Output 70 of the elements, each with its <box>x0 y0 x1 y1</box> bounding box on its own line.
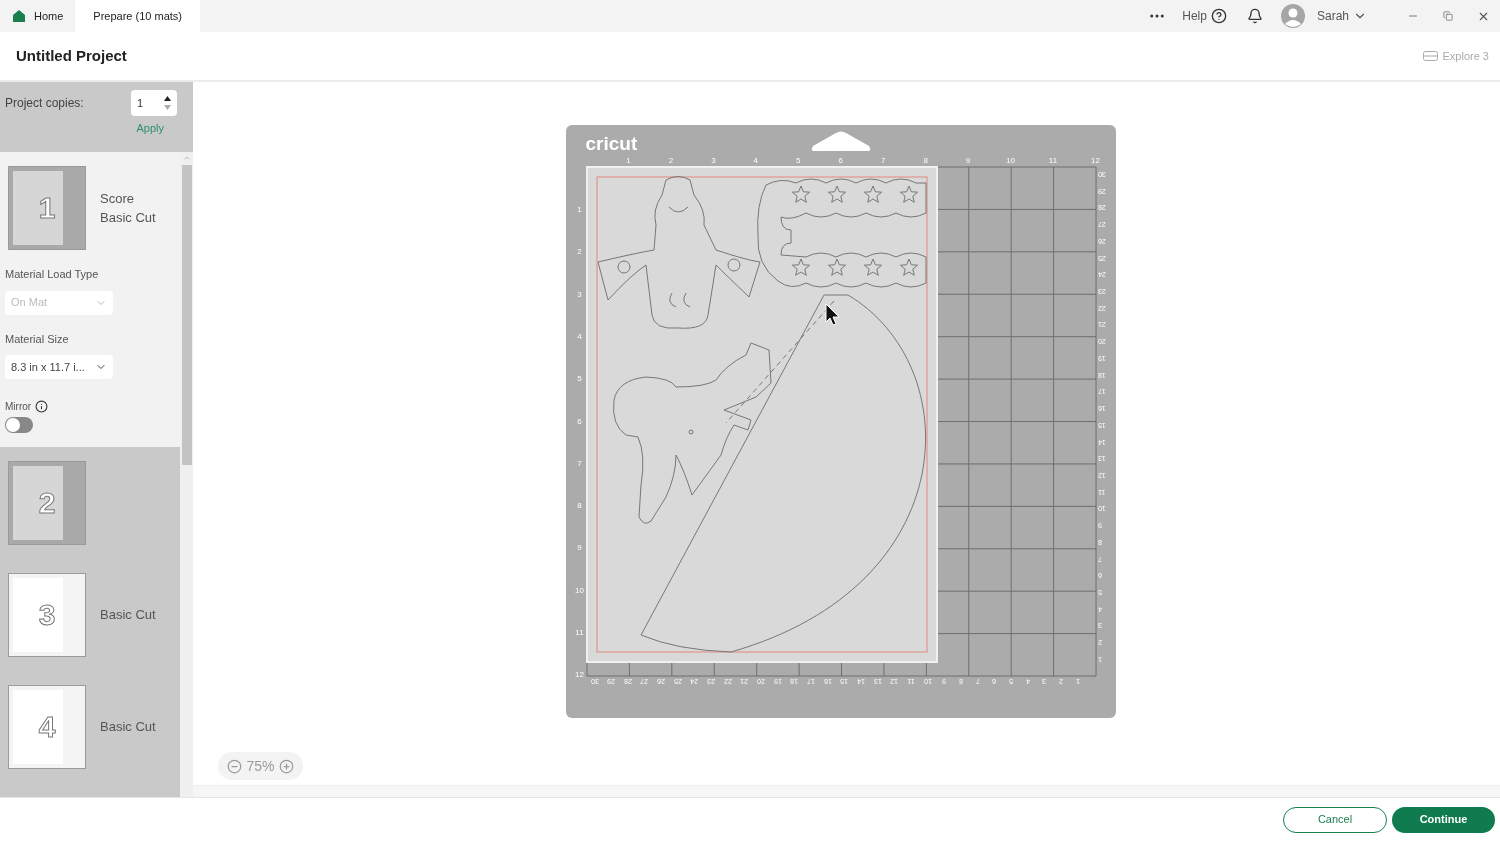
ruler-label: 1 <box>577 206 582 214</box>
ruler-label: 3 <box>577 290 582 299</box>
ruler-label: 6 <box>838 157 843 165</box>
continue-button[interactable]: Continue <box>1392 806 1495 833</box>
ruler-label: 5 <box>577 375 582 384</box>
mat-thumbnail[interactable]: 3 <box>8 573 86 657</box>
machine-name: Explore 3 <box>1442 48 1489 64</box>
mat-logo: cricut <box>585 134 638 153</box>
copies-label: Project copies: <box>5 95 84 112</box>
cancel-button[interactable]: Cancel <box>1283 806 1387 833</box>
ruler-label: 7 <box>577 459 582 468</box>
ruler-label: 4 <box>577 332 582 341</box>
ruler-label: 9 <box>965 157 971 165</box>
zoom-level: 75% <box>246 756 275 776</box>
house-icon <box>12 9 26 23</box>
ruler-label: 3 <box>711 157 716 165</box>
mat-thumbnail[interactable]: 4 <box>8 685 86 769</box>
ruler-label: 4 <box>753 157 759 165</box>
tab[interactable]: Prepare (10 mats) <box>75 0 200 32</box>
stepper-icon[interactable] <box>164 96 171 110</box>
mat-hanger-notch <box>809 130 872 152</box>
project-title: Untitled Project <box>16 45 127 66</box>
zoom-in-icon[interactable] <box>278 758 294 774</box>
help-link[interactable]: Help <box>1182 7 1207 25</box>
ruler-label: 8 <box>577 502 582 511</box>
info-icon[interactable] <box>35 400 49 413</box>
mat-thumbnail[interactable]: 1 <box>8 166 86 250</box>
operation-label: Basic Cut <box>100 718 156 737</box>
ruler-label: 1 <box>626 157 631 165</box>
operation-label: Basic Cut <box>100 606 156 625</box>
ruler-label: 7 <box>880 157 886 165</box>
mat-number: 2 <box>38 488 56 518</box>
mouse-cursor-icon <box>824 303 841 327</box>
mirror-label: Mirror <box>5 400 32 414</box>
notification-icon[interactable] <box>1246 8 1263 24</box>
operation-label: Basic Cut <box>100 209 156 227</box>
ruler-label: 11 <box>575 629 584 637</box>
ruler-label: 6 <box>577 417 582 426</box>
restore-icon[interactable] <box>1443 11 1453 21</box>
copies-field[interactable]: 1 <box>131 90 177 116</box>
ruler-label: 5 <box>796 157 801 165</box>
mirror-toggle[interactable] <box>5 417 33 433</box>
mat-panel[interactable]: 1 Score Basic Cut Material Load Type On Mat Material Size 8.3 in x 11.7 i... Mirror <box>0 152 180 447</box>
ruler-label: 8 <box>923 157 928 165</box>
ruler-label: 10 <box>575 586 584 595</box>
scroll-up-icon[interactable] <box>182 154 191 162</box>
mat-number: 3 <box>38 600 56 630</box>
ruler-label: 12 <box>575 671 584 680</box>
tab[interactable]: Home <box>0 0 76 32</box>
zoom-out-icon[interactable] <box>227 758 243 774</box>
mat-thumbnail[interactable]: 2 <box>8 461 86 545</box>
ruler-label: 2 <box>577 248 582 257</box>
ruler-label: 10 <box>1006 157 1015 165</box>
ruler-label: 12 <box>1091 157 1100 165</box>
mat-number: 4 <box>38 712 56 742</box>
ruler-label: 2 <box>668 157 674 165</box>
avatar-icon[interactable] <box>1280 4 1305 28</box>
apply-link[interactable]: Apply <box>136 120 164 137</box>
help-icon[interactable] <box>1210 8 1227 24</box>
field-label: Material Load Type <box>5 267 100 282</box>
operation-label: Score <box>100 189 135 208</box>
sidebar-scrollbar[interactable] <box>180 152 193 797</box>
mat-number: 1 <box>38 193 56 223</box>
material-size-select[interactable]: 8.3 in x 11.7 i... <box>5 355 113 379</box>
user-menu[interactable]: Sarah <box>1316 7 1367 25</box>
machine-icon <box>1422 51 1438 61</box>
ruler-label: 9 <box>577 544 582 553</box>
ruler-label: 11 <box>1048 157 1058 165</box>
field-label: Material Size <box>5 331 70 347</box>
zoom-control[interactable]: 75% <box>218 752 303 780</box>
